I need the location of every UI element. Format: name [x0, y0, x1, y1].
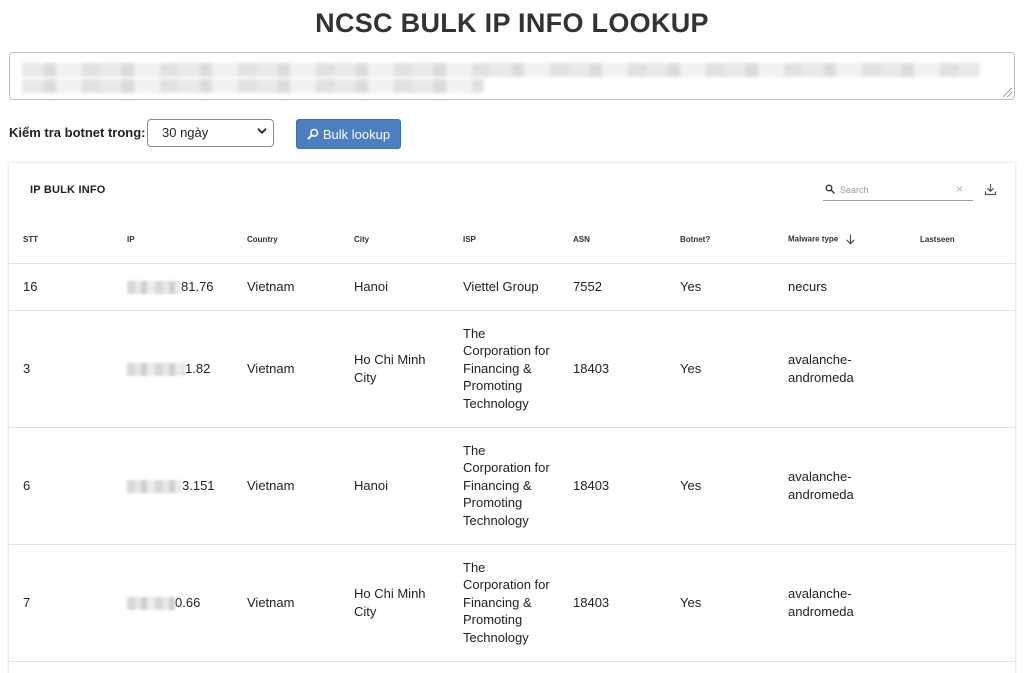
cell-malware-type: necurs: [774, 263, 906, 311]
column-header-country[interactable]: Country: [233, 217, 340, 264]
redacted-ip-prefix: [127, 362, 185, 376]
cell-botnet: Yes: [666, 310, 774, 428]
redacted-ip-text: [22, 79, 484, 93]
column-header-malware-type[interactable]: Malware type: [774, 217, 906, 264]
page-title: NCSC BULK IP INFO LOOKUP: [315, 8, 709, 38]
search-input[interactable]: [840, 183, 952, 197]
ip-suffix: 81.76: [181, 278, 214, 294]
redacted-ip-text: [22, 63, 980, 77]
cell-city: Hanoi: [340, 263, 449, 311]
cell-lastseen: [906, 427, 1015, 545]
cell-asn: 18403: [559, 310, 666, 428]
cell-stt: 16: [9, 263, 113, 311]
botnet-period-label: Kiểm tra botnet trong:: [9, 125, 146, 140]
resize-handle[interactable]: [1003, 88, 1012, 97]
cell-country: Vietnam: [233, 263, 340, 311]
arrow-down-icon[interactable]: [845, 234, 856, 245]
redacted-ip-prefix: [127, 596, 175, 610]
cell-malware-type: avalanche-andromeda: [774, 427, 906, 545]
cell-country: Vietnam: [233, 427, 340, 545]
ip-suffix: 0.66: [175, 594, 201, 610]
table-header-row: STT IP Country City ISP ASN Botnet? Malw…: [9, 217, 1015, 264]
cell-lastseen: [906, 310, 1015, 428]
cell-ip: 81.76: [113, 263, 233, 311]
cell-isp: Viettel Group: [449, 263, 559, 311]
download-icon[interactable]: [984, 183, 997, 196]
cell-asn: 18403: [559, 427, 666, 545]
botnet-period-select[interactable]: 30 ngày: [147, 119, 274, 147]
cell-botnet: Yes: [666, 427, 774, 545]
bulk-lookup-label: Bulk lookup: [322, 126, 391, 142]
cell-lastseen: [906, 263, 1015, 311]
cell-city: Ho Chi Minh City: [340, 310, 449, 428]
cell-city: Hanoi: [340, 427, 449, 545]
cell-asn: 18403: [559, 544, 666, 662]
column-header-asn[interactable]: ASN: [559, 217, 666, 264]
cell-lastseen: [906, 544, 1015, 662]
cell-city: Ho Chi Minh City: [340, 544, 449, 662]
redacted-ip-prefix: [127, 280, 181, 294]
table-row[interactable]: 3 1.82 Vietnam Ho Chi Minh City The Corp…: [9, 310, 1015, 428]
cell-stt: 7: [9, 544, 113, 662]
column-header-city[interactable]: City: [340, 217, 449, 264]
column-header-isp[interactable]: ISP: [449, 217, 559, 264]
cell-asn: 7552: [559, 263, 666, 311]
cell-ip: 1.82: [113, 310, 233, 428]
ip-suffix: 3.151: [182, 477, 215, 493]
column-header-ip[interactable]: IP: [113, 217, 233, 264]
cell-country: Vietnam: [233, 310, 340, 428]
close-icon[interactable]: ×: [956, 182, 963, 196]
magnifier-icon: [307, 128, 319, 140]
controls-row: Kiểm tra botnet trong: 30 ngày Bulk look…: [9, 119, 509, 149]
cell-ip: 3.151: [113, 427, 233, 545]
cell-isp: The Corporation for Financing & Promotin…: [449, 310, 559, 428]
ip-info-table: STT IP Country City ISP ASN Botnet? Malw…: [9, 217, 1015, 662]
malware-type-header-label: Malware type: [788, 234, 839, 244]
bulk-lookup-button[interactable]: Bulk lookup: [296, 119, 401, 149]
cell-isp: The Corporation for Financing & Promotin…: [449, 427, 559, 545]
table-search: ×: [823, 180, 973, 201]
cell-ip: 0.66: [113, 544, 233, 662]
cell-malware-type: avalanche-andromeda: [774, 310, 906, 428]
cell-stt: 3: [9, 310, 113, 428]
ip-list-textarea[interactable]: [9, 52, 1015, 100]
cell-country: Vietnam: [233, 544, 340, 662]
cell-botnet: Yes: [666, 544, 774, 662]
cell-stt: 6: [9, 427, 113, 545]
table-row[interactable]: 6 3.151 Vietnam Hanoi The Corporation fo…: [9, 427, 1015, 545]
cell-isp: The Corporation for Financing & Promotin…: [449, 544, 559, 662]
column-header-botnet[interactable]: Botnet?: [666, 217, 774, 264]
table-row[interactable]: 7 0.66 Vietnam Ho Chi Minh City The Corp…: [9, 544, 1015, 662]
column-header-lastseen[interactable]: Lastseen: [906, 217, 1015, 264]
redacted-ip-prefix: [127, 479, 182, 493]
cell-malware-type: avalanche-andromeda: [774, 544, 906, 662]
column-header-stt[interactable]: STT: [9, 217, 113, 264]
period-select-value: 30 ngày: [162, 125, 209, 140]
search-icon: [825, 184, 835, 194]
table-row[interactable]: 16 81.76 Vietnam Hanoi Viettel Group 755…: [9, 263, 1015, 311]
card-title: IP BULK INFO: [30, 184, 106, 196]
cell-botnet: Yes: [666, 263, 774, 311]
chevron-down-icon: [257, 128, 267, 134]
ip-bulk-info-card: IP BULK INFO × STT IP Country City ISP A…: [9, 163, 1015, 673]
ip-suffix: 1.82: [185, 360, 211, 376]
